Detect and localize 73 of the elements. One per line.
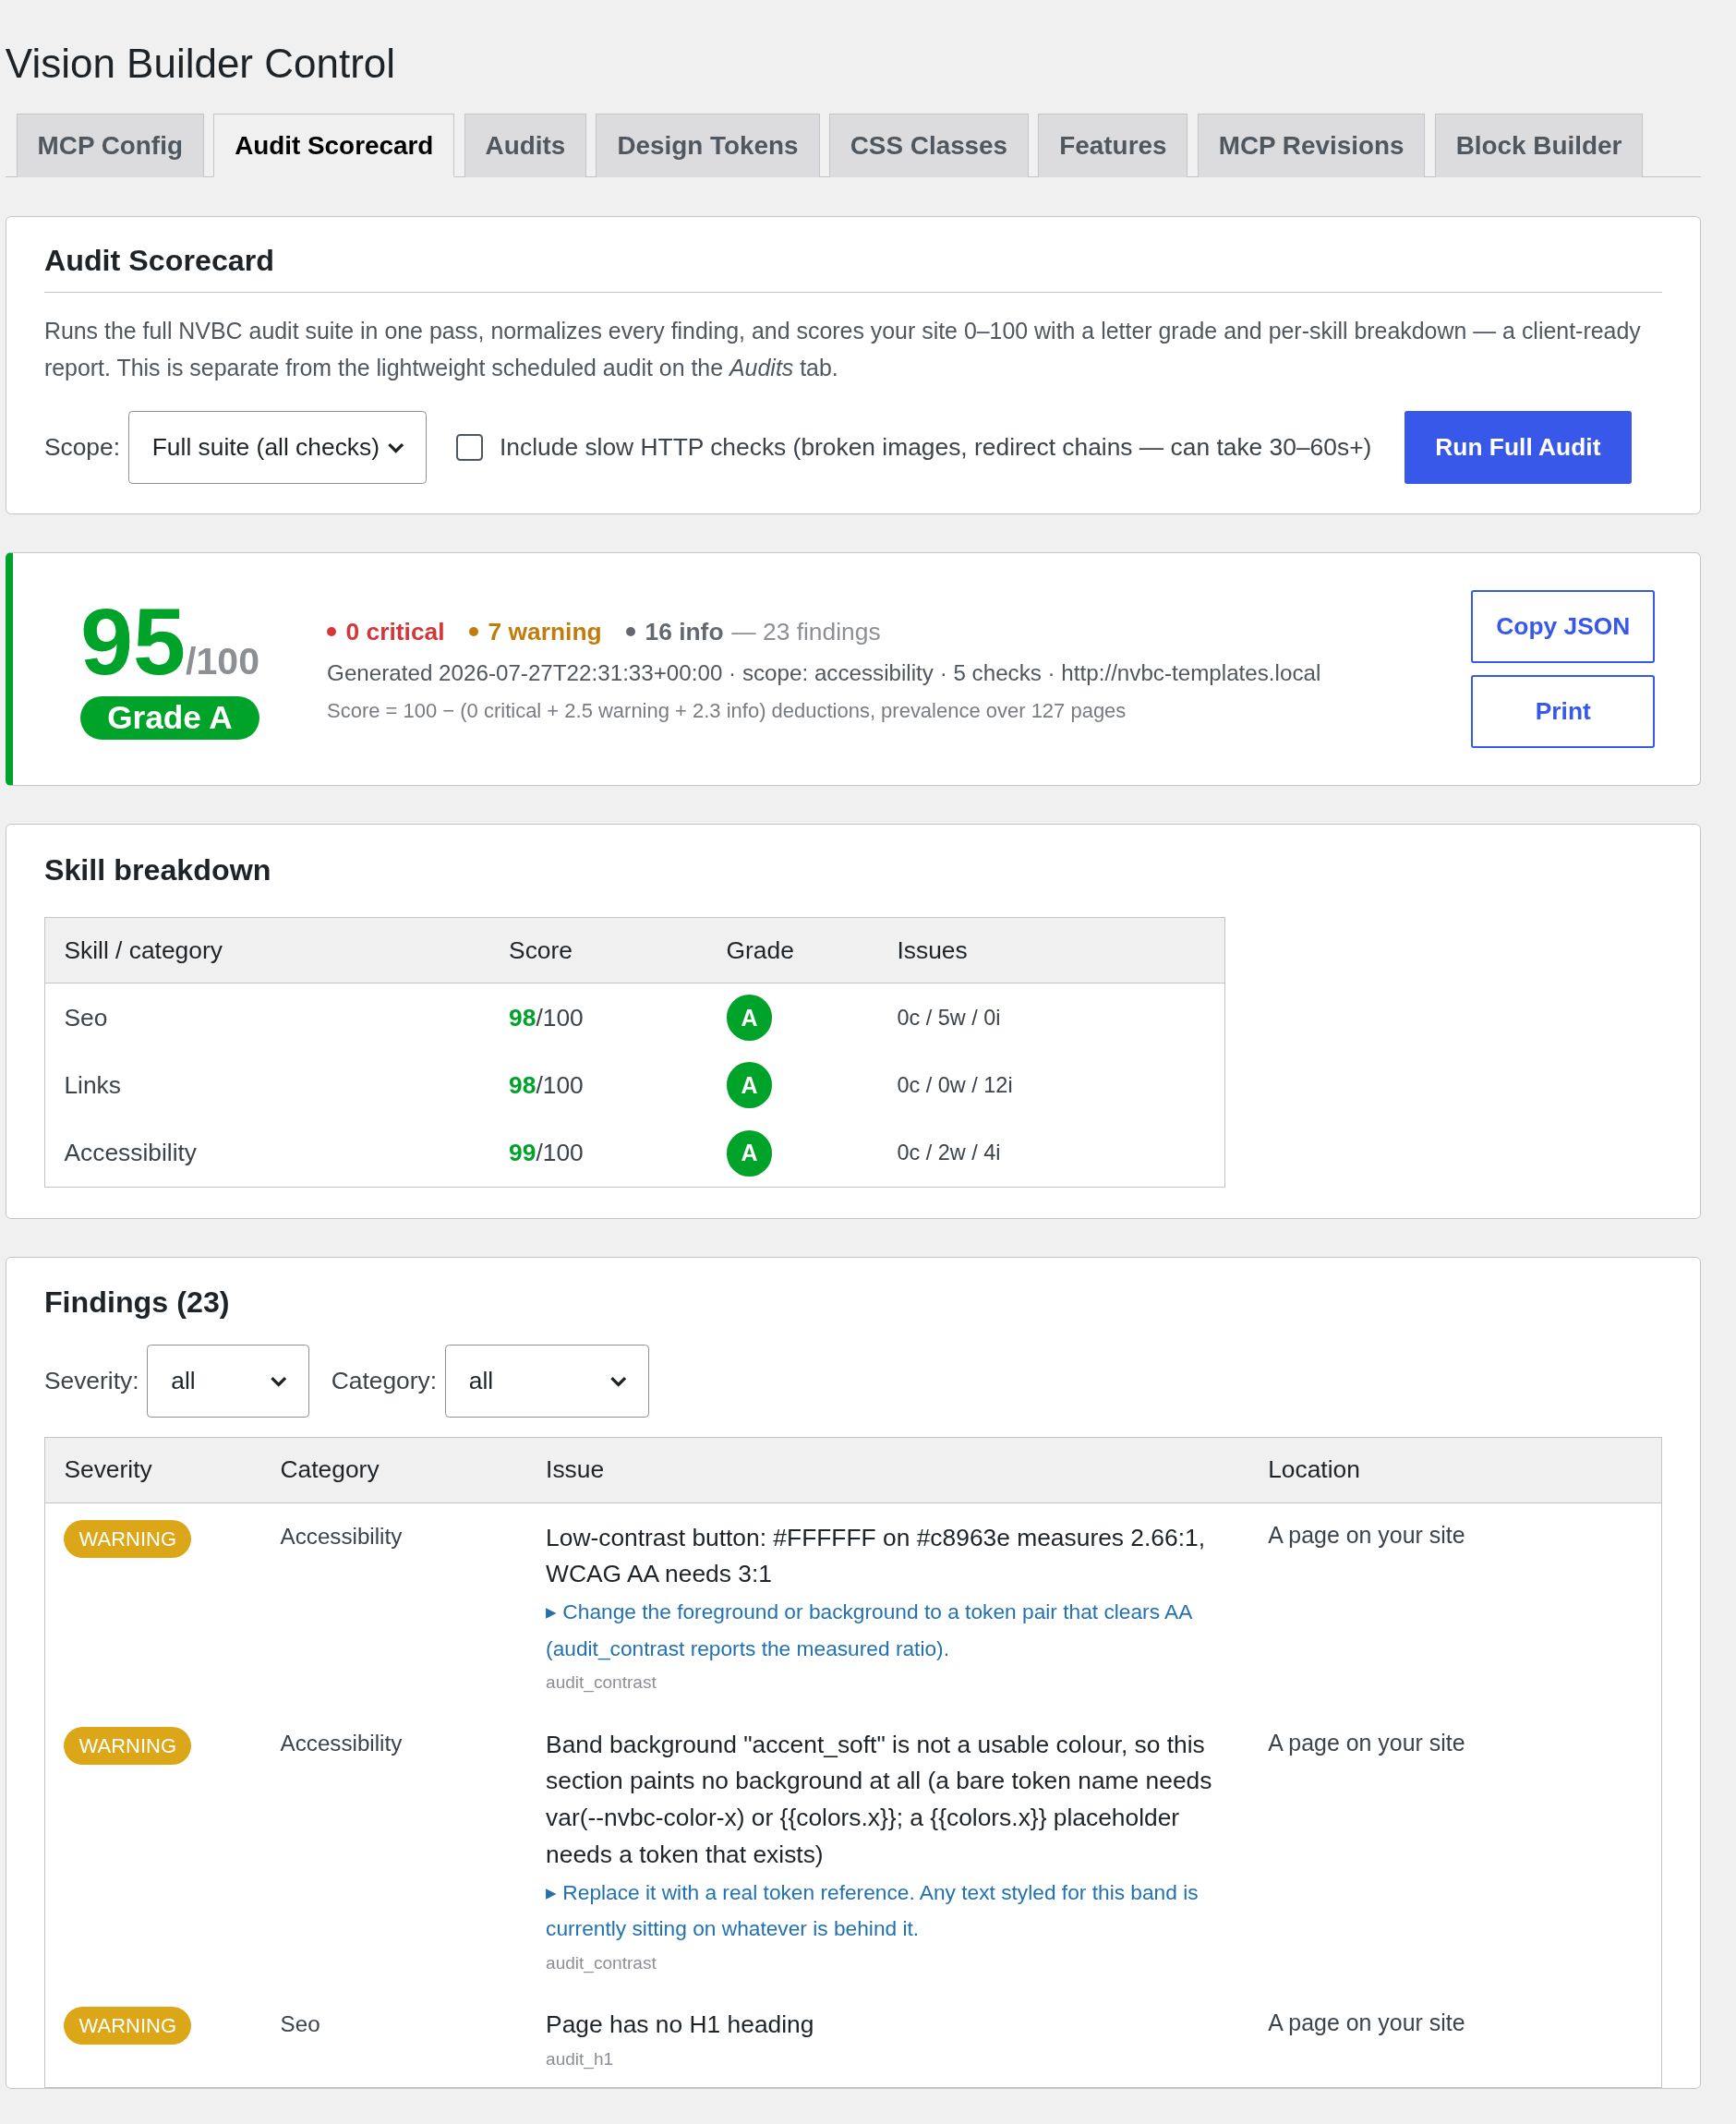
scope-select[interactable]: Full suite (all checks)	[127, 410, 427, 484]
table-cell: 0c / 5w / 0i	[877, 983, 1225, 1052]
filter-label: Severity:	[43, 1366, 139, 1395]
check-name: audit_h1	[546, 2048, 615, 2070]
severity-count: 0 critical	[345, 617, 445, 646]
checkbox-label: Include slow HTTP checks (broken images, redirect chains — can take 30–60s+)	[500, 432, 1372, 462]
score-max: /100	[186, 640, 259, 684]
column-header: Category	[261, 1437, 527, 1503]
filter-label: Category:	[331, 1366, 438, 1395]
print-button[interactable]: Print	[1471, 675, 1656, 749]
table-cell: Accessibility	[44, 1119, 490, 1188]
status-dot-icon	[626, 627, 636, 637]
column-header: Score	[489, 917, 707, 984]
tab[interactable]: Block Builder	[1434, 114, 1644, 178]
table-cell: Links	[44, 1051, 490, 1120]
checkbox[interactable]	[456, 433, 484, 461]
severity-badge: WARNING	[64, 1519, 192, 1558]
tab[interactable]: Features	[1038, 114, 1188, 178]
issue-text: Page has no H1 heading	[546, 2009, 815, 2041]
table-cell: 0c / 2w / 4i	[877, 1119, 1225, 1188]
run-audit-button[interactable]: Run Full Audit	[1404, 410, 1633, 484]
description-text: Runs the full NVBC audit suite in one pass, normalizes every finding, and scores your site 0–100 with a letter grade and per-skill breakdown — a client-ready report. This is separate from the lightweight scheduled audit on the Audits tab.	[43, 316, 1642, 382]
column-header: Severity	[44, 1437, 262, 1503]
tab[interactable]: Audit Scorecard	[213, 114, 455, 178]
tab[interactable]: CSS Classes	[828, 114, 1030, 178]
severity-badge: WARNING	[64, 2007, 192, 2046]
tab[interactable]: MCP Config	[16, 114, 204, 178]
report-meta: Generated 2026-07-27T22:31:33+00:00 · scope: accessibility · 5 checks · http://nvbc-templates.local	[327, 659, 1322, 686]
issue-text: Low-contrast button: #FFFFFF on #c8963e measures 2.66:1, WCAG AA needs 3:1	[546, 1522, 1206, 1590]
filter-select[interactable]: all	[444, 1344, 650, 1418]
severity-badge: WARNING	[64, 1726, 192, 1765]
table-cell: A page on your site	[1248, 1990, 1662, 2088]
issue-text: Band background "accent_soft" is not a usable colour, so this section paints no background at all (a bare token name needs var(--nvbc-color-x) or {{colors.x}}; a {{colors.x}} placeholder needs a token that exists)	[546, 1729, 1213, 1870]
tab[interactable]: MCP Revisions	[1197, 114, 1426, 178]
table-cell: 98/100	[489, 983, 707, 1052]
severity-count: 16 info	[645, 617, 724, 646]
table-cell-text: 98/100	[508, 1069, 585, 1101]
check-name: audit_contrast	[546, 1952, 657, 1973]
page-title: Vision Builder Control	[5, 40, 396, 89]
table-cell-text: Accessibility	[279, 1730, 404, 1758]
tab[interactable]: Audits	[464, 114, 587, 178]
grade-badge: A	[726, 1129, 773, 1177]
table-cell: Seo	[44, 983, 490, 1052]
findings-total: — 23 findings	[731, 617, 881, 646]
tab[interactable]: Design Tokens	[596, 114, 820, 178]
score-value: 95	[79, 598, 187, 686]
table-cell: Accessibility	[261, 1502, 527, 1711]
status-dot-icon	[327, 627, 337, 637]
filter-select[interactable]: all	[147, 1344, 310, 1418]
card-title: Skill breakdown	[43, 851, 272, 888]
column-header: Location	[1248, 1437, 1662, 1503]
grade-badge: Grade A	[79, 695, 260, 740]
copy-json-button[interactable]: Copy JSON	[1471, 589, 1656, 663]
grade-badge: A	[726, 995, 773, 1041]
card-title: Audit Scorecard	[43, 217, 1662, 294]
scope-label: Scope:	[43, 432, 121, 462]
check-name: audit_contrast	[546, 1672, 657, 1694]
table-cell: Seo	[261, 1990, 527, 2088]
fix-hint: ▸ Change the foreground or background to a token pair that clears AA (audit_contrast reports the measured ratio).	[546, 1599, 1193, 1662]
card-title: Findings (23)	[43, 1285, 231, 1321]
column-header: Issues	[877, 917, 1225, 984]
severity-count: 7 warning	[488, 617, 602, 646]
table-cell: 99/100	[489, 1119, 707, 1188]
column-header: Grade	[707, 917, 878, 984]
score-formula: Score = 100 − (0 critical + 2.5 warning + 2.3 info) deductions, prevalence over 127 pages	[327, 699, 1127, 724]
status-dot-icon	[469, 627, 479, 637]
table-cell: A page on your site	[1248, 1502, 1662, 1711]
table-cell: A page on your site	[1248, 1710, 1662, 1991]
column-header: Skill / category	[44, 917, 490, 984]
grade-badge: A	[726, 1062, 773, 1109]
column-header: Issue	[526, 1437, 1249, 1503]
fix-hint: ▸ Replace it with a real token reference. Any text styled for this band is currently sitting on whatever is behind it.	[546, 1878, 1200, 1943]
table-cell: 0c / 0w / 12i	[877, 1051, 1225, 1120]
